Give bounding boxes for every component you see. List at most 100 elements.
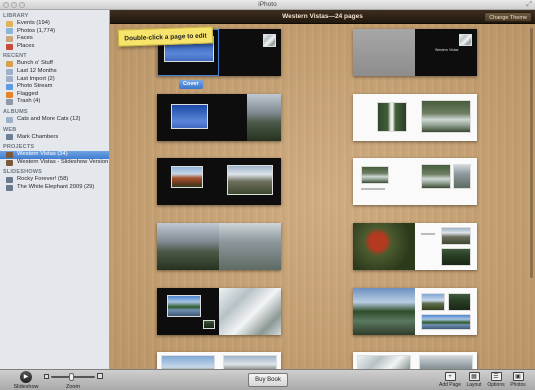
valley-photo: [157, 223, 219, 270]
book-page[interactable]: [157, 94, 219, 141]
fullscreen-icon[interactable]: ⤢: [526, 1, 532, 9]
sidebar-item[interactable]: Mark Chambers: [0, 134, 109, 142]
zoom-window-button[interactable]: [19, 2, 25, 8]
sidebar-section-header: ALBUMS: [3, 108, 28, 115]
red-rocks-photo: [171, 166, 203, 188]
book-page[interactable]: [219, 94, 281, 141]
sidebar-item[interactable]: Photos (1,774): [0, 28, 109, 36]
add-page-button[interactable]: + Add Page: [439, 371, 461, 390]
sidebar-section-header: PROJECTS: [3, 144, 35, 151]
page-spread[interactable]: [353, 158, 477, 205]
slideshow-play-button[interactable]: ▶: [20, 371, 32, 383]
page-spread[interactable]: [157, 352, 281, 369]
book-page[interactable]: Western Vistas: [415, 29, 477, 76]
book-page[interactable]: [415, 94, 477, 141]
page-spread[interactable]: [353, 288, 477, 335]
sidebar-item-label: Faces: [17, 35, 33, 42]
sidebar-item-label: Rocky Forever! (58): [17, 176, 69, 183]
page-spread[interactable]: [157, 288, 281, 335]
book-page[interactable]: [415, 158, 477, 205]
page-spread[interactable]: [353, 352, 477, 369]
sidebar-item[interactable]: Rocky Forever! (58): [0, 176, 109, 184]
sidebar-item-label: Photos (1,774): [17, 27, 56, 34]
photo-stream-icon: [6, 83, 13, 90]
page-spread[interactable]: [157, 158, 281, 205]
slideshow-icon: [6, 184, 13, 191]
sidebar-section-header: SLIDESHOWS: [3, 169, 42, 176]
book-page[interactable]: [415, 288, 477, 335]
sidebar-item-label: Bunch o' Stuff: [17, 60, 53, 67]
sidebar-item-label: Last Import (2): [17, 75, 55, 82]
faces-icon: [6, 35, 13, 42]
page-spread[interactable]: [353, 223, 477, 270]
book-page[interactable]: [157, 223, 281, 270]
falls-detail-photo: [453, 164, 471, 189]
zoom-in-icon[interactable]: [97, 373, 103, 379]
sidebar-item[interactable]: Cats and More Cats (12): [0, 116, 109, 124]
book-page[interactable]: [157, 288, 219, 335]
buy-book-button[interactable]: Buy Book: [248, 373, 288, 387]
sidebar-item[interactable]: Trash (4): [0, 98, 109, 106]
vertical-scrollbar[interactable]: [530, 28, 533, 278]
rocks-photo: [247, 94, 281, 141]
book-page[interactable]: [353, 29, 415, 76]
sidebar-item-label: Western Vistas - Slideshow Version (34): [17, 158, 110, 165]
peak-photo: [421, 293, 445, 311]
zoom-slider[interactable]: [51, 373, 95, 381]
places-icon: [6, 43, 13, 50]
book-page[interactable]: [353, 223, 415, 270]
flag-icon: [6, 91, 13, 98]
page-spread[interactable]: [353, 94, 477, 141]
sidebar-item[interactable]: Faces: [0, 35, 109, 43]
zoom-slider-knob[interactable]: [69, 373, 74, 381]
book-page[interactable]: [415, 223, 477, 270]
book-page[interactable]: [353, 94, 415, 141]
book-page[interactable]: [353, 288, 415, 335]
add-page-label: Add Page: [439, 382, 461, 388]
book-page[interactable]: [353, 158, 415, 205]
book-page[interactable]: [157, 352, 219, 369]
window-title: iPhoto: [258, 1, 277, 8]
page-spread[interactable]: Western Vistas: [353, 29, 477, 76]
change-theme-button[interactable]: Change Theme: [484, 12, 532, 22]
trail-photo: [441, 248, 471, 266]
sidebar-item[interactable]: Events (194): [0, 20, 109, 28]
layout-button[interactable]: ▦ Layout: [463, 371, 485, 390]
close-window-button[interactable]: [3, 2, 9, 8]
sidebar-item[interactable]: Places: [0, 43, 109, 51]
cover-front-page[interactable]: [219, 29, 281, 76]
sidebar-item[interactable]: Flagged: [0, 91, 109, 99]
book-page[interactable]: [353, 352, 415, 369]
sidebar-item[interactable]: Bunch o' Stuff: [0, 60, 109, 68]
page-spread[interactable]: [157, 94, 281, 141]
minimize-window-button[interactable]: [11, 2, 17, 8]
book-icon: [6, 151, 13, 158]
sidebar-item-label: Last 12 Months: [17, 67, 57, 74]
lake-photo: [167, 295, 201, 317]
caption-text: [361, 188, 385, 190]
calendar-icon: [6, 68, 13, 75]
options-button[interactable]: ☰ Options: [485, 371, 507, 390]
window-titlebar: iPhoto ⤢: [0, 0, 535, 10]
book-page[interactable]: [157, 158, 219, 205]
book-page[interactable]: [219, 352, 281, 369]
page-spread[interactable]: [157, 223, 281, 270]
cover-thumbnail-photo: [263, 34, 276, 47]
book-pages-canvas: Cover Western Vistas Double-click a page…: [110, 24, 535, 369]
sidebar-item[interactable]: Last Import (2): [0, 76, 109, 84]
cover-label: Cover: [179, 80, 203, 89]
sidebar-item[interactable]: Western Vistas - Slideshow Version (34): [0, 159, 109, 167]
slideshow-icon: [6, 177, 13, 184]
sidebar-item[interactable]: The White Elephant 2009 (29): [0, 184, 109, 192]
book-page[interactable]: [415, 352, 477, 369]
source-list-sidebar: LIBRARY Events (194) Photos (1,774) Faces Pl…: [0, 10, 110, 369]
sidebar-item[interactable]: Western Vistas (34): [0, 151, 109, 159]
sidebar-item-label: Western Vistas (34): [17, 151, 68, 158]
zoom-out-icon[interactable]: [44, 374, 49, 379]
photos-button[interactable]: ▣ Photos: [507, 371, 529, 390]
sidebar-item[interactable]: Photo Stream: [0, 83, 109, 91]
sidebar-item-label: The White Elephant 2009 (29): [17, 183, 95, 190]
sidebar-item[interactable]: Last 12 Months: [0, 68, 109, 76]
book-page[interactable]: [219, 288, 281, 335]
book-page[interactable]: [219, 158, 281, 205]
